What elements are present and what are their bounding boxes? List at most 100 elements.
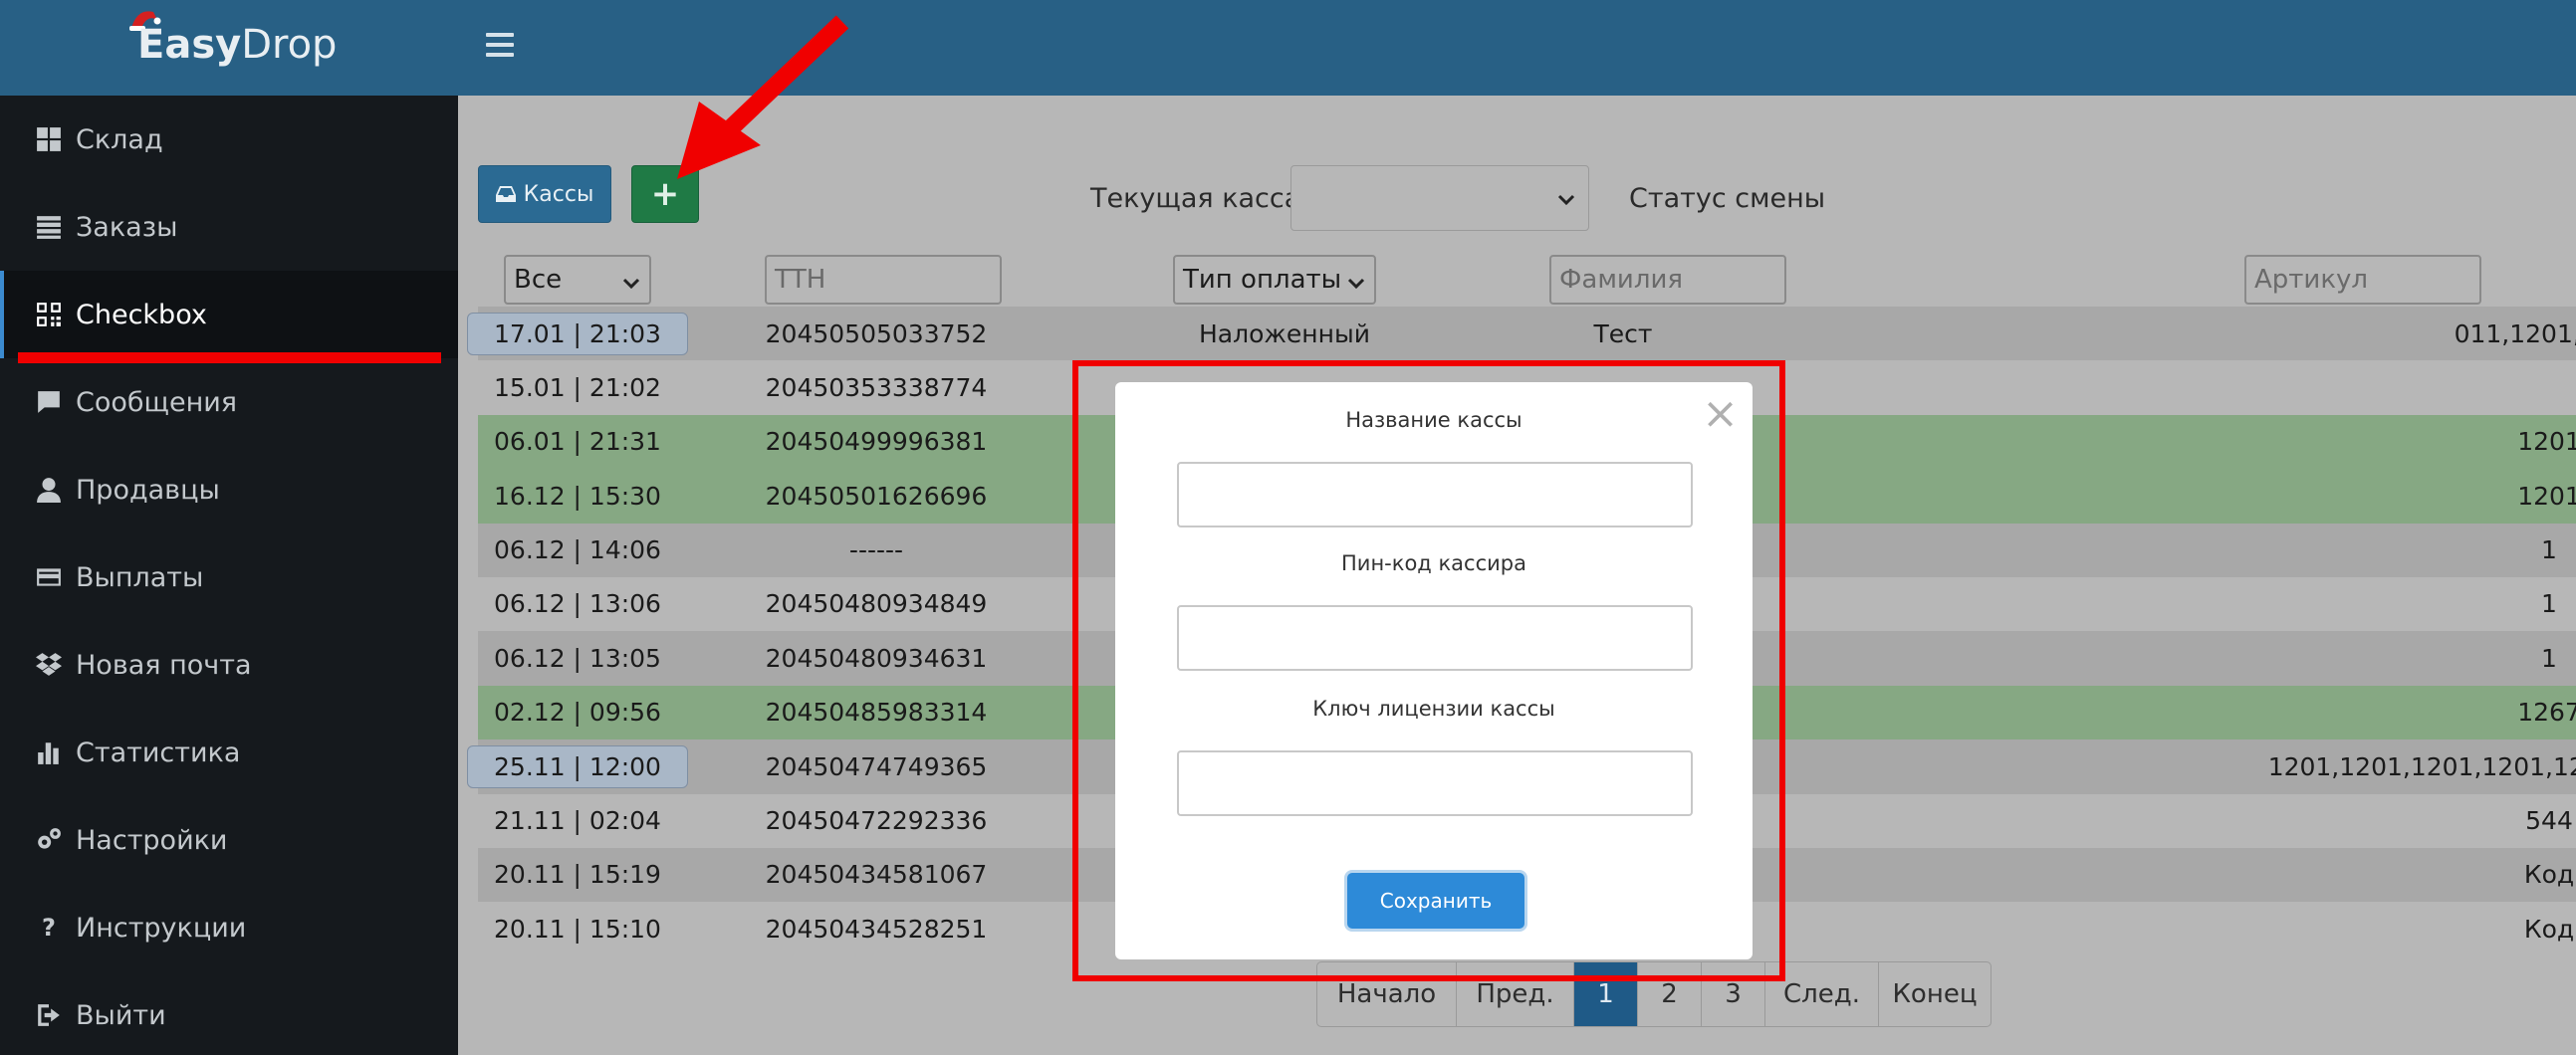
chevron-down-icon xyxy=(1346,271,1366,301)
sidebar-item-label: Статистика xyxy=(76,737,241,768)
article-filter-input[interactable]: Артикул xyxy=(2244,255,2481,305)
sidebar-item-label: Продавцы xyxy=(76,474,220,506)
row-article: 1267 xyxy=(2517,698,2576,728)
row-article: 1 xyxy=(2541,589,2557,619)
row-date-text: 16.12 | 15:30 xyxy=(494,481,661,511)
chevron-down-icon xyxy=(1556,190,1576,214)
sidebar-item-label: Выйти xyxy=(76,999,166,1031)
logout-icon xyxy=(34,1000,64,1030)
payment-type-filter-value: Тип оплаты xyxy=(1183,265,1342,295)
status-filter-value: Все xyxy=(514,265,563,295)
comment-icon xyxy=(34,387,64,417)
sidebar-item-label: Сообщения xyxy=(76,386,238,418)
current-kassa-label: Текущая касса xyxy=(1090,183,1301,214)
bar-chart-icon xyxy=(34,738,64,767)
sidebar-item-nastroyki[interactable]: Настройки xyxy=(0,796,458,884)
sidebar-item-instruktsii[interactable]: ? Инструкции xyxy=(0,884,458,971)
sidebar-item-label: Выплаты xyxy=(76,561,204,593)
table-row[interactable]: 17.01 | 21:03 20450505033752 Наложенный … xyxy=(467,307,2576,361)
question-icon: ? xyxy=(42,914,56,942)
sidebar-item-statistika[interactable]: Статистика xyxy=(0,709,458,796)
row-date: 20.11 | 15:19 xyxy=(478,848,677,902)
gears-icon xyxy=(34,825,64,855)
credit-card-icon xyxy=(34,562,64,592)
dashboard-icon xyxy=(34,124,64,154)
row-ttn: 20450474749365 xyxy=(765,751,988,781)
red-arrow-annotation-icon xyxy=(677,15,849,179)
sidebar-item-vyplaty[interactable]: Выплаты xyxy=(0,533,458,621)
row-article: 1201 xyxy=(2517,481,2576,511)
sidebar-item-novaya-pochta[interactable]: Новая почта xyxy=(0,621,458,709)
kassy-button[interactable]: Кассы xyxy=(478,165,611,223)
row-article: Код xyxy=(2523,860,2575,890)
row-date[interactable]: 17.01 | 21:03 xyxy=(467,307,688,360)
row-date: 06.12 | 14:06 xyxy=(478,524,677,577)
ttn-filter-input[interactable]: ТТН xyxy=(765,255,1002,305)
row-date-text: 20.11 | 15:19 xyxy=(494,860,661,890)
sidebar-nav: Склад Заказы Checkbox Сообщения Продавцы… xyxy=(0,96,458,1055)
sidebar-item-label: Checkbox xyxy=(76,299,207,330)
row-date-text: 02.12 | 09:56 xyxy=(494,698,661,728)
ttn-filter-placeholder: ТТН xyxy=(775,265,826,295)
logo-area: EasyDrop xyxy=(0,0,458,96)
brand-name-rest: Drop xyxy=(241,22,338,68)
row-date: 06.12 | 13:05 xyxy=(478,631,677,685)
row-date: 21.11 | 02:04 xyxy=(478,794,677,848)
row-date: 06.12 | 13:06 xyxy=(478,577,677,631)
modal-annotation-frame xyxy=(1072,360,1785,981)
sidebar-item-label: Заказы xyxy=(76,211,178,243)
row-ttn: 20450434581067 xyxy=(765,860,988,890)
row-date-text: 06.01 | 21:31 xyxy=(494,427,661,457)
row-date[interactable]: 25.11 | 12:00 xyxy=(467,739,688,793)
row-payment: Наложенный xyxy=(1199,318,1370,348)
row-date-text: 25.11 | 12:00 xyxy=(467,744,688,788)
sidebar-item-sklad[interactable]: Склад xyxy=(0,96,458,183)
row-article: Код xyxy=(2523,914,2575,944)
row-ttn: 20450480934631 xyxy=(765,643,988,673)
row-ttn: 20450505033752 xyxy=(765,318,988,348)
row-name: Тест xyxy=(1593,318,1653,348)
status-filter-select[interactable]: Все xyxy=(504,255,651,305)
row-date-text: 06.12 | 14:06 xyxy=(494,535,661,565)
sidebar-item-label: Склад xyxy=(76,123,163,155)
surname-filter-input[interactable]: Фамилия xyxy=(1549,255,1786,305)
row-ttn: 20450485983314 xyxy=(765,698,988,728)
shift-status-label: Статус смены xyxy=(1629,183,1826,214)
sidebar-item-checkbox[interactable]: Checkbox xyxy=(0,271,458,358)
chevron-down-icon xyxy=(621,271,641,301)
user-icon xyxy=(34,475,64,505)
sidebar: EasyDrop Склад Заказы Checkbox Сообщения… xyxy=(0,0,458,1055)
qrcode-icon xyxy=(34,300,64,329)
row-article: 1201 xyxy=(2517,427,2576,457)
row-ttn: ------ xyxy=(848,535,904,565)
row-article: 011,1201,1267 xyxy=(2454,318,2576,348)
row-date: 16.12 | 15:30 xyxy=(478,469,677,523)
dropbox-icon xyxy=(34,650,64,680)
payment-type-filter-select[interactable]: Тип оплаты xyxy=(1173,255,1376,305)
current-kassa-select[interactable] xyxy=(1290,165,1589,231)
row-ttn: 20450501626696 xyxy=(765,481,988,511)
row-ttn: 20450434528251 xyxy=(765,914,988,944)
row-date: 02.12 | 09:56 xyxy=(478,686,677,739)
list-icon xyxy=(34,212,64,242)
sidebar-item-label: Настройки xyxy=(76,824,228,856)
page-last-button[interactable]: Конец xyxy=(1879,962,1991,1026)
sidebar-item-prodavtsy[interactable]: Продавцы xyxy=(0,446,458,533)
row-article: 1201,1201,1201,1201,1201,1201,1201,1201 xyxy=(2267,751,2576,781)
row-article: 544 xyxy=(2525,806,2573,836)
row-date-text: 20.11 | 15:10 xyxy=(494,914,661,944)
active-item-annotation-underline xyxy=(18,352,441,363)
sidebar-item-soobshcheniya[interactable]: Сообщения xyxy=(0,358,458,446)
sidebar-item-vyyti[interactable]: Выйти xyxy=(0,971,458,1055)
row-date-text: 06.12 | 13:06 xyxy=(494,589,661,619)
brand-logo[interactable]: EasyDrop xyxy=(137,22,337,68)
row-date-text: 21.11 | 02:04 xyxy=(494,806,661,836)
hamburger-menu-icon[interactable] xyxy=(486,33,514,57)
row-date-text: 06.12 | 13:05 xyxy=(494,643,661,673)
brand-name-bold: Easy xyxy=(137,22,242,68)
kassy-button-label: Кассы xyxy=(523,181,594,207)
sidebar-item-zakazy[interactable]: Заказы xyxy=(0,183,458,271)
row-date: 20.11 | 15:10 xyxy=(478,902,677,955)
row-date-text: 15.01 | 21:02 xyxy=(494,372,661,402)
row-article: 1 xyxy=(2541,643,2557,673)
